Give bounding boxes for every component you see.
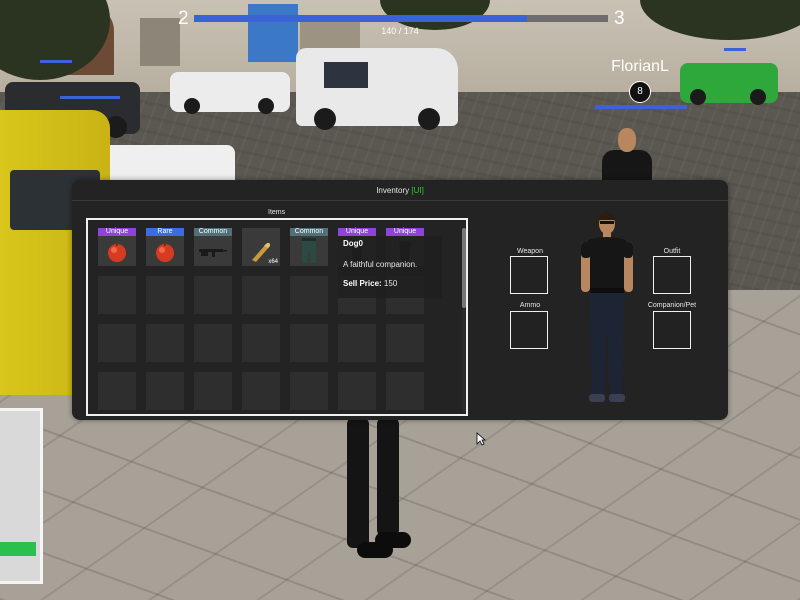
tooltip-sell-price: Sell Price: 150 <box>343 279 397 288</box>
enemy-health-bar <box>724 48 746 51</box>
empty-item-slot[interactable] <box>146 324 184 362</box>
rarity-badge: Unique <box>386 228 424 236</box>
team-left-score: 2 <box>178 8 189 29</box>
empty-item-slot[interactable] <box>386 372 424 410</box>
weapon-slot-label: Weapon <box>517 248 543 255</box>
tooltip-item-name: Dog0 <box>343 239 363 248</box>
items-label: Items <box>268 209 286 216</box>
progress-bar-fill <box>194 15 528 22</box>
ammo-slot-label: Ammo <box>519 302 541 309</box>
inventory-item-slot[interactable]: Rare <box>146 228 184 266</box>
team-right-score: 3 <box>614 8 625 29</box>
minimap[interactable] <box>0 408 43 584</box>
empty-item-slot[interactable] <box>386 324 424 362</box>
companion-slot-label: Companion/Pet <box>647 302 697 309</box>
companion-slot[interactable] <box>653 311 691 349</box>
outfit-slot-label: Outfit <box>663 248 681 255</box>
sell-price-label: Sell Price: <box>343 279 382 288</box>
nametag-health-bar <box>595 105 687 109</box>
ammo-slot[interactable] <box>510 311 548 349</box>
inventory-window: Inventory [UI] Items Unique Rare Common x64… <box>72 180 728 446</box>
rarity-badge: Common <box>194 228 232 236</box>
empty-item-slot[interactable] <box>194 372 232 410</box>
white-van <box>296 48 458 130</box>
scrollbar-thumb[interactable] <box>462 228 466 308</box>
empty-item-slot[interactable] <box>290 276 328 314</box>
white-car <box>170 72 290 114</box>
pants-icon <box>290 236 328 266</box>
empty-item-slot[interactable] <box>146 276 184 314</box>
inventory-item-slot[interactable]: x64 <box>242 228 280 266</box>
empty-item-slot[interactable] <box>338 372 376 410</box>
enemy-health-bar <box>40 60 72 63</box>
empty-item-slot[interactable] <box>290 324 328 362</box>
apple-icon <box>98 236 136 266</box>
rarity-badge: Common <box>290 228 328 236</box>
inventory-item-slot[interactable]: Unique <box>98 228 136 266</box>
empty-item-slot[interactable] <box>98 324 136 362</box>
empty-item-slot[interactable] <box>242 276 280 314</box>
item-tooltip: Dog0 A faithful companion. Sell Price: 1… <box>338 236 442 298</box>
weapon-slot[interactable] <box>510 256 548 294</box>
progress-text: 140 / 174 <box>381 26 419 36</box>
empty-item-slot[interactable] <box>98 372 136 410</box>
inventory-item-slot[interactable]: Common <box>194 228 232 266</box>
npc-character <box>600 128 654 188</box>
empty-item-slot[interactable] <box>242 372 280 410</box>
inventory-title-text: Inventory <box>376 186 410 195</box>
progress-bar <box>194 15 608 22</box>
rarity-badge: Rare <box>146 228 184 236</box>
player-nametag: FlorianL <box>611 58 669 75</box>
character-preview <box>581 212 633 402</box>
rarity-badge: Unique <box>98 228 136 236</box>
empty-item-slot[interactable] <box>194 276 232 314</box>
empty-item-slot[interactable] <box>146 372 184 410</box>
mouse-cursor-icon <box>476 432 486 446</box>
apple-icon <box>146 236 184 266</box>
empty-item-slot[interactable] <box>290 372 328 410</box>
enemy-health-bar <box>60 96 120 99</box>
inventory-item-slot[interactable]: Common <box>290 228 328 266</box>
rifle-icon <box>194 236 232 266</box>
sell-price-value: 150 <box>383 279 398 288</box>
inventory-title: Inventory [UI] <box>72 186 728 195</box>
empty-item-slot[interactable] <box>194 324 232 362</box>
items-scrollbar[interactable] <box>462 228 466 412</box>
empty-item-slot[interactable] <box>98 276 136 314</box>
tooltip-description: A faithful companion. <box>343 260 418 269</box>
green-car <box>680 63 778 105</box>
outfit-slot[interactable] <box>653 256 691 294</box>
player-character <box>335 418 415 578</box>
level-badge: 8 <box>629 81 651 103</box>
inventory-title-tag: [UI] <box>411 186 424 195</box>
health-indicator <box>0 542 36 556</box>
item-quantity: x64 <box>268 259 278 265</box>
title-divider <box>72 200 728 201</box>
empty-item-slot[interactable] <box>338 324 376 362</box>
empty-item-slot[interactable] <box>242 324 280 362</box>
rarity-badge: Unique <box>338 228 376 236</box>
